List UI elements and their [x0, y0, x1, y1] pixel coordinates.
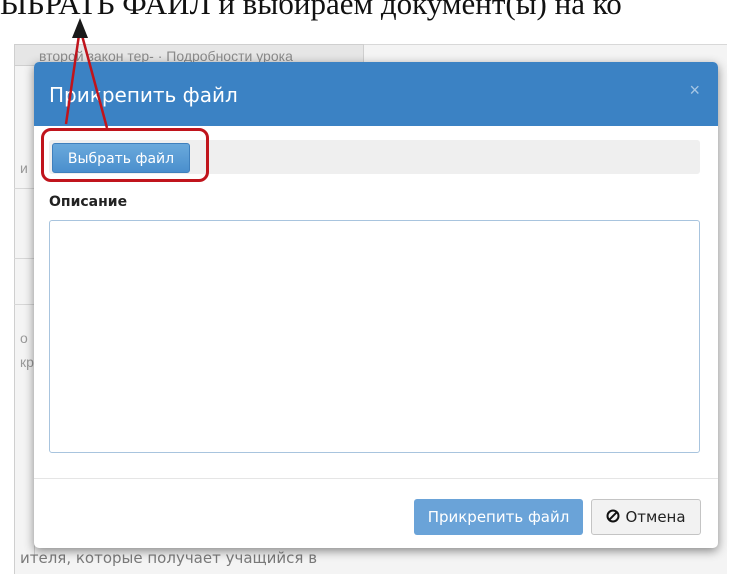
description-label: Описание [49, 194, 128, 210]
attach-file-button[interactable]: Прикрепить файл [414, 499, 583, 535]
description-textarea[interactable] [49, 220, 700, 453]
footer-divider [34, 478, 718, 479]
background-left-column [14, 66, 35, 556]
cancel-button[interactable]: Отмена [591, 499, 701, 535]
background-text: кр [20, 354, 34, 370]
background-text: и [20, 160, 28, 176]
background-bottom-text: ителя, которые получает учащийся в [20, 549, 318, 567]
highlight-box [41, 128, 209, 182]
instruction-caption: ЫБРАТЬ ФАЙЛ и выбираем документ(ы) на ко [0, 0, 622, 21]
attach-file-dialog: Прикрепить файл × Выбрать файл Описание … [34, 62, 718, 548]
cancel-button-label: Отмена [625, 508, 686, 526]
background-divider [14, 304, 34, 305]
dialog-header: Прикрепить файл × [34, 62, 718, 126]
close-icon[interactable]: × [689, 80, 700, 101]
dialog-title: Прикрепить файл [49, 83, 238, 107]
ban-icon [606, 509, 620, 523]
background-divider [14, 258, 34, 259]
background-text: о [20, 330, 28, 346]
background-divider [14, 188, 34, 189]
